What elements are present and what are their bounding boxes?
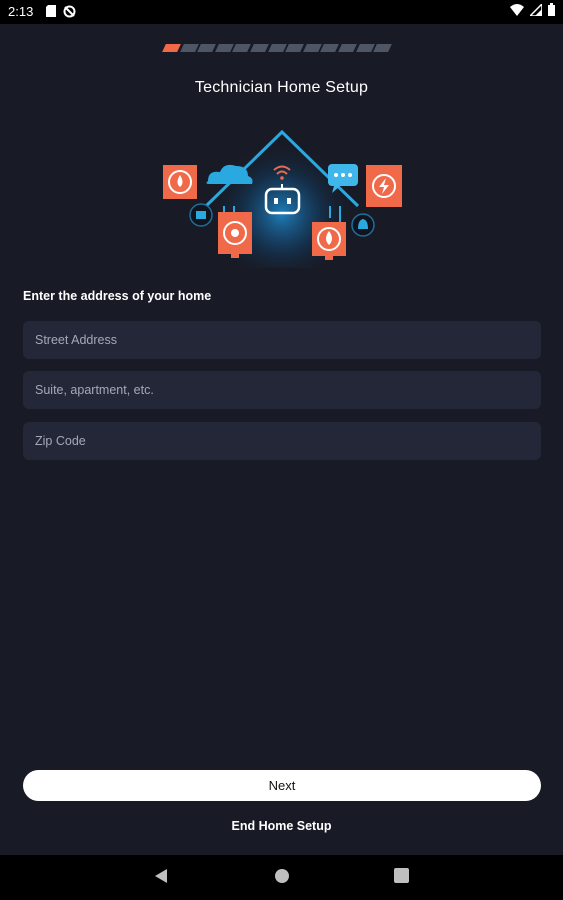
home-icon[interactable] — [274, 868, 290, 889]
sd-card-icon — [46, 5, 56, 20]
status-icons — [510, 1, 555, 19]
status-bar: 2:13 — [0, 0, 563, 24]
wifi-icon — [510, 3, 524, 19]
progress-segment — [303, 44, 322, 52]
progress-segment — [267, 44, 287, 52]
progress-segment — [338, 44, 357, 52]
signal-icon — [528, 1, 543, 19]
address-prompt: Enter the address of your home — [23, 289, 212, 303]
page-title: Technician Home Setup — [194, 79, 369, 96]
progress-segment — [214, 44, 234, 52]
flame-icon — [312, 222, 346, 260]
progress-segment — [373, 44, 392, 52]
battery-icon — [548, 3, 555, 19]
sun-icon — [218, 212, 252, 258]
home-setup-illustration — [150, 118, 413, 278]
setup-progress-bar — [162, 44, 392, 52]
back-icon[interactable] — [154, 868, 168, 889]
end-home-setup-link[interactable]: End Home Setup — [0, 819, 563, 833]
progress-segment — [162, 44, 181, 52]
street-address-input[interactable] — [23, 321, 541, 359]
water-drop-icon — [163, 165, 197, 199]
next-button[interactable]: Next — [23, 770, 541, 801]
calendar-icon — [189, 203, 213, 227]
progress-segment — [320, 44, 339, 52]
progress-segment — [250, 44, 269, 52]
bell-icon — [351, 213, 375, 237]
system-nav-bar — [0, 855, 563, 900]
progress-segment — [232, 44, 251, 52]
progress-segment — [285, 44, 304, 52]
status-time: 2:13 — [8, 4, 34, 19]
zip-code-input[interactable] — [23, 422, 541, 460]
recents-icon[interactable] — [394, 868, 409, 888]
progress-segment — [179, 44, 199, 52]
progress-segment — [197, 44, 216, 52]
lightning-icon — [366, 165, 402, 207]
suite-apartment-input[interactable] — [23, 371, 541, 409]
sync-off-icon — [63, 5, 76, 21]
progress-segment — [355, 44, 375, 52]
